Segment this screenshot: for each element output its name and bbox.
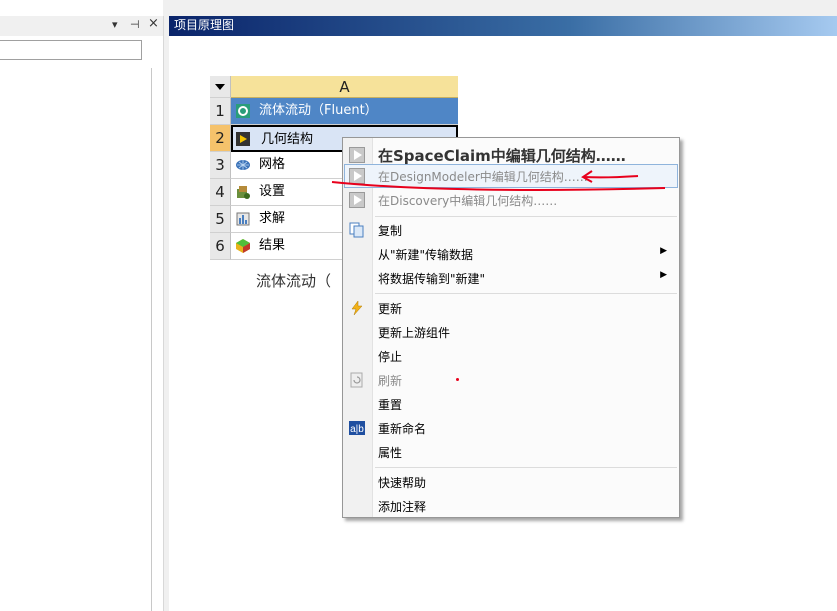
dropdown-icon[interactable]: ▾	[112, 18, 118, 31]
row-number: 4	[210, 179, 231, 206]
menu-item-rename[interactable]: a|b 重新命名	[345, 417, 677, 439]
menu-item-label: 更新	[378, 302, 403, 316]
lightning-icon	[351, 300, 363, 316]
row-number: 6	[210, 233, 231, 260]
chevron-down-icon	[215, 84, 225, 90]
submenu-arrow-icon: ▶	[660, 246, 667, 256]
menu-item-label: 添加注释	[378, 500, 427, 514]
cell-label: 几何结构	[261, 132, 314, 147]
menu-item-transfer-to-new[interactable]: 将数据传输到"新建" ▶	[345, 267, 677, 289]
menu-item-properties[interactable]: 属性	[345, 441, 677, 463]
menu-item-label: 复制	[378, 224, 403, 238]
pin-icon[interactable]: ⊣	[130, 18, 140, 31]
menu-item-label: 快速帮助	[378, 476, 427, 490]
menu-item-stop[interactable]: 停止	[345, 345, 677, 367]
solution-icon	[236, 212, 250, 226]
close-icon[interactable]: ×	[148, 16, 159, 31]
menu-item-label: 重置	[378, 398, 403, 412]
fluent-icon	[236, 104, 250, 118]
menu-separator	[375, 216, 677, 217]
schematic-title-bar: 项目原理图	[169, 16, 837, 36]
scroll-divider	[151, 68, 152, 611]
cell-label: 设置	[259, 184, 286, 199]
menu-item-label: 属性	[378, 446, 403, 460]
menu-item-label: 更新上游组件	[378, 326, 451, 340]
menu-separator	[375, 467, 677, 468]
cell-label: 网格	[259, 157, 286, 172]
menu-item-label: 停止	[378, 350, 403, 364]
menu-item-reset[interactable]: 重置	[345, 393, 677, 415]
menu-item-label: 刷新	[378, 374, 403, 388]
menu-item-label: 从"新建"传输数据	[378, 248, 474, 262]
cell-row-fluent[interactable]: 1 流体流动（Fluent）	[210, 98, 458, 125]
left-panel-input[interactable]	[0, 40, 142, 60]
cell-label: 流体流动（Fluent）	[259, 103, 378, 118]
row-number: 1	[210, 98, 231, 125]
menu-item-refresh[interactable]: 刷新	[345, 369, 677, 391]
system-menu-button[interactable]	[210, 76, 231, 98]
row-number: 3	[210, 152, 231, 179]
row-number: 5	[210, 206, 231, 233]
copy-icon	[349, 222, 364, 238]
setup-icon	[237, 186, 250, 199]
svg-text:a|b: a|b	[350, 424, 364, 435]
menu-item-add-note[interactable]: 添加注释	[345, 495, 677, 517]
submenu-arrow-icon: ▶	[660, 270, 667, 280]
column-header: A	[231, 76, 458, 98]
menu-item-copy[interactable]: 复制	[345, 219, 677, 241]
schematic-title: 项目原理图	[174, 18, 235, 32]
menu-separator	[375, 293, 677, 294]
menu-item-label: 将数据传输到"新建"	[378, 272, 486, 286]
menu-item-update[interactable]: 更新	[345, 297, 677, 319]
menu-item-update-upstream[interactable]: 更新上游组件	[345, 321, 677, 343]
cell-label: 求解	[259, 211, 286, 226]
geometry-icon	[236, 132, 250, 146]
system-caption[interactable]: 流体流动（	[256, 270, 331, 291]
menu-item-transfer-from-new[interactable]: 从"新建"传输数据 ▶	[345, 243, 677, 265]
left-panel: ▾ ⊣ ×	[0, 0, 163, 611]
menu-item-quick-help[interactable]: 快速帮助	[345, 471, 677, 493]
left-panel-header: ▾ ⊣ ×	[0, 16, 163, 36]
rename-icon: a|b	[349, 421, 365, 435]
refresh-icon	[350, 372, 363, 388]
cell-fluent[interactable]: 流体流动（Fluent）	[231, 98, 458, 125]
menu-item-label: 重新命名	[378, 422, 427, 436]
cell-label: 结果	[259, 238, 286, 253]
row-number: 2	[210, 125, 231, 152]
annotation-arrow-icon	[581, 170, 639, 183]
results-icon	[236, 239, 250, 253]
mesh-icon	[236, 160, 250, 170]
annotation-dot	[456, 378, 459, 381]
